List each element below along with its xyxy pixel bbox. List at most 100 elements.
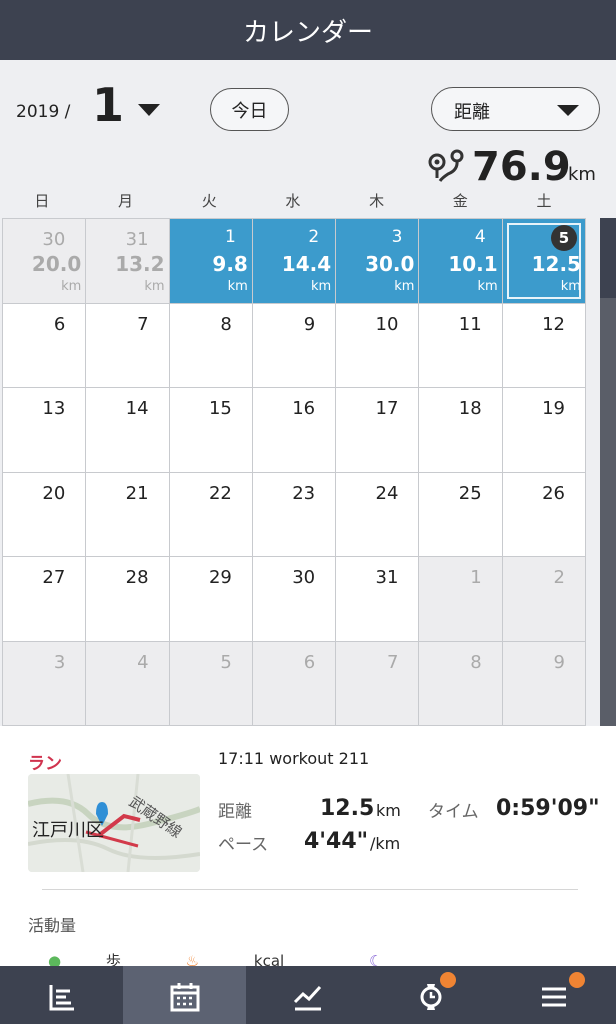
calendar-day-cell[interactable]: 17 [336, 388, 419, 472]
day-number: 5 [220, 651, 232, 673]
tab-activity-list[interactable] [0, 966, 123, 1024]
distance-label: 距離 [218, 802, 252, 822]
calendar-day-cell[interactable]: 27 [3, 557, 86, 641]
tab-trends[interactable] [246, 966, 369, 1024]
calendar-day-cell[interactable]: 4 [86, 641, 169, 725]
today-button[interactable]: 今日 [210, 88, 289, 131]
day-distance-value: 14.4 [281, 252, 332, 276]
calendar-day-cell[interactable]: 6 [252, 641, 336, 725]
day-number: 27 [42, 567, 66, 588]
scroll-track[interactable] [600, 218, 616, 726]
calendar-day-cell[interactable]: 29 [169, 557, 252, 641]
calendar-day-cell[interactable]: 20 [3, 472, 86, 556]
calendar-day-cell[interactable]: 3 [3, 641, 86, 725]
calendar-day-cell[interactable]: 16 [252, 388, 336, 472]
day-number: 23 [292, 482, 316, 504]
weekday-label: 日 [34, 192, 50, 210]
day-distance-value: 12.5 [531, 252, 581, 276]
calendar-day-cell[interactable]: 31 [336, 557, 419, 641]
day-number: 24 [375, 482, 399, 504]
calendar-day-cell[interactable]: 30 20.0 km [3, 219, 86, 303]
calendar-day-cell[interactable]: 30 [252, 557, 336, 641]
day-number: 16 [292, 398, 316, 419]
calendar-day-cell[interactable]: 9 [502, 641, 585, 725]
workout-type-label: ラン [28, 754, 62, 774]
day-number: 7 [386, 651, 399, 673]
workout-detail-panel[interactable]: ラン 武蔵野線 江戸川区 17:11 workout 211 距離 12.5 k… [0, 726, 616, 970]
day-number: 17 [375, 398, 399, 419]
day-number: 7 [137, 313, 149, 335]
calendar-day-cell[interactable]: 7 [336, 641, 419, 725]
calendar-day-cell[interactable]: 15 [169, 388, 252, 472]
calendar-day-cell[interactable]: 8 [419, 641, 502, 725]
calendar-day-cell[interactable]: 25 [419, 472, 502, 556]
day-number: 2 [308, 227, 320, 247]
calendar-day-cell[interactable]: 1 [419, 557, 502, 641]
chevron-down-icon[interactable] [138, 104, 160, 116]
calendar-day-cell[interactable]: 10 [336, 303, 419, 387]
bottom-tab-bar [0, 966, 616, 1024]
menu-icon [542, 987, 567, 1007]
calendar-day-cell[interactable]: 11 [419, 303, 502, 387]
weekday-label: 金 [452, 192, 468, 210]
day-distance-unit: km [560, 279, 581, 294]
calendar-day-cell[interactable]: 19 [502, 388, 585, 472]
calendar-grid: 30 20.0 km 31 13.2 km 1 9.8 km 2 14.4 km 3 30.0 km 4 10.… [2, 218, 586, 726]
route-map-thumbnail[interactable]: 武蔵野線 江戸川区 [28, 774, 200, 872]
calendar-day-cell[interactable]: 2 14.4 km [252, 219, 336, 303]
day-number: 19 [542, 398, 565, 419]
day-number: 22 [208, 482, 232, 504]
calendar-day-cell[interactable]: 22 [169, 472, 252, 556]
calendar-day-cell[interactable]: 28 [86, 557, 169, 641]
tab-calendar[interactable] [123, 966, 247, 1024]
calendar-icon [170, 983, 200, 1012]
notification-dot [439, 972, 456, 988]
tab-menu[interactable] [493, 966, 616, 1024]
calendar-day-cell[interactable]: 9 [252, 303, 336, 387]
day-number: 13 [42, 398, 66, 419]
calendar-day-cell[interactable]: 18 [419, 388, 502, 472]
page-title: カレンダー [242, 17, 373, 48]
day-number: 30 [292, 567, 316, 588]
scroll-thumb[interactable] [600, 218, 616, 298]
calendar-day-cell[interactable]: 12 [502, 303, 585, 387]
calendar-day-cell[interactable]: 8 [169, 303, 252, 387]
calendar-day-cell[interactable]: 2 [502, 557, 585, 641]
calendar-day-cell[interactable]: 5 [169, 641, 252, 725]
day-number: 26 [542, 482, 565, 504]
list-icon [49, 985, 74, 1011]
day-distance-unit: km [144, 279, 165, 294]
calendar-day-cell[interactable]: 21 [86, 472, 169, 556]
calendar-day-cell[interactable]: 7 [86, 303, 169, 387]
metric-select-label: 距離 [454, 102, 490, 123]
day-number: 12 [542, 313, 565, 335]
weekday-label: 土 [536, 192, 552, 210]
calendar-day-cell[interactable]: 4 10.1 km [419, 219, 502, 303]
calendar-day-cell[interactable]: 14 [86, 388, 169, 472]
calendar-day-cell[interactable]: 26 [502, 472, 585, 556]
calendar-day-cell[interactable]: 24 [336, 472, 419, 556]
day-distance-value: 13.2 [115, 252, 165, 276]
calendar-day-cell[interactable]: 23 [252, 472, 336, 556]
total-distance-unit: km [568, 164, 596, 185]
pace-value: 4'44" [304, 829, 369, 854]
calendar-day-cell[interactable]: 13 [3, 388, 86, 472]
day-distance-value: 10.1 [448, 252, 498, 276]
day-number: 2 [553, 567, 565, 588]
notification-dot [568, 972, 585, 988]
month-label[interactable]: 1 [92, 78, 124, 132]
metric-select[interactable]: 距離 [431, 87, 600, 131]
calendar-day-cell[interactable]: 31 13.2 km [86, 219, 169, 303]
day-number: 30 [42, 229, 66, 250]
calendar-day-cell[interactable]: 6 [3, 303, 86, 387]
chevron-down-icon [557, 105, 579, 116]
calendar-day-cell[interactable]: 3 30.0 km [336, 219, 419, 303]
weekday-header: 日 月 火 水 木 金 土 [0, 190, 586, 214]
day-distance-unit: km [394, 279, 415, 294]
day-number: 28 [125, 567, 149, 588]
map-graphic: 武蔵野線 江戸川区 [28, 774, 200, 872]
calendar-day-cell[interactable]: 5 12.5 km [502, 219, 585, 303]
day-number: 6 [53, 313, 66, 335]
calendar-day-cell[interactable]: 1 9.8 km [169, 219, 252, 303]
tab-device[interactable] [370, 966, 493, 1024]
